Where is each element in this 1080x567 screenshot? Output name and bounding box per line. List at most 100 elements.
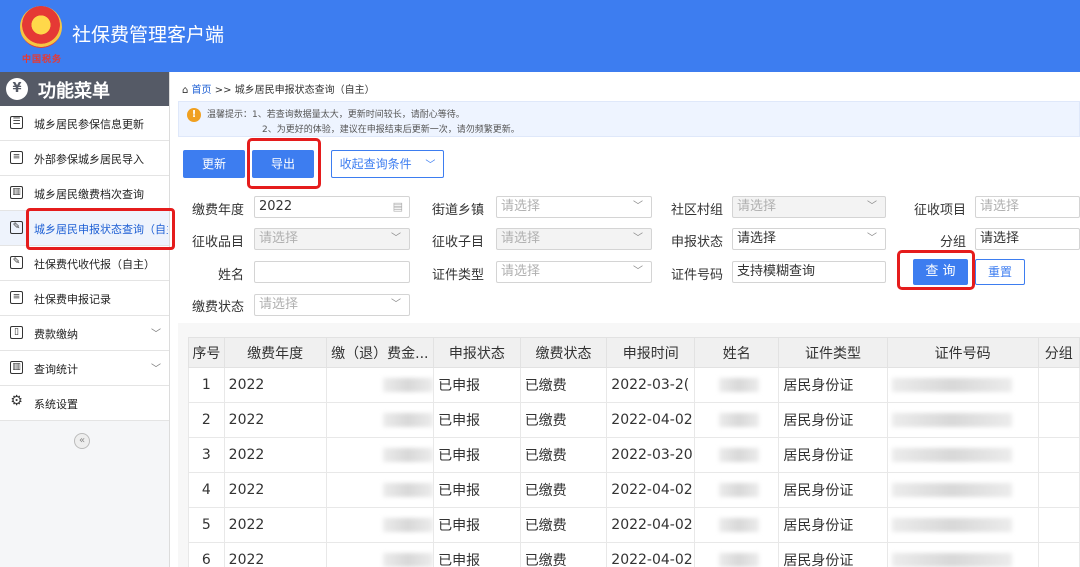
home-icon[interactable]: ⌂ [182,85,188,96]
menu-list: ☰ 城乡居民参保信息更新 ≡ 外部参保城乡居民导入 ▥ 城乡居民缴费档次查询 ✎ 城乡居民申报… [0,106,169,421]
cell-year: 2022 [223,367,327,403]
collapse-filters-button[interactable]: 收起查询条件 ﹀ [331,150,444,178]
sidebar-item[interactable]: ≡ 外部参保城乡居民导入 [0,141,169,176]
category-select[interactable]: 请选择 ﹀ [254,228,410,250]
column-header[interactable]: 缴（退）费金... [325,337,435,368]
tip-line-1: 温馨提示：1、若查询数据量太大，更新时间较长，请耐心等待。 [207,110,465,120]
breadcrumb-home[interactable]: 首页 [192,85,212,96]
cell-year: 2022 [223,507,327,543]
column-header[interactable]: 证件类型 [778,337,888,368]
cell-redacted [694,437,780,473]
name-label: 姓名 [217,268,244,283]
redacted-id-number [891,413,1012,427]
subitem-label: 征收子目 [432,235,485,250]
status-select[interactable]: 请选择 ﹀ [732,228,886,250]
table-row[interactable]: 3 2022 已申报 已缴费 2022-03-20 居民身份证 [188,437,1080,473]
cell-no: 2 [188,402,225,438]
cell-redacted [325,542,435,567]
sidebar-item[interactable]: ☰ 城乡居民参保信息更新 [0,106,169,141]
redacted-id-number [891,378,1012,392]
column-header[interactable]: 分组 [1037,337,1080,368]
sidebar-item[interactable]: ✎ 社保费代收代报（自主） [0,246,169,281]
sidebar-item[interactable]: ≡ 社保费申报记录 [0,281,169,316]
sidebar: ¥ 功能菜单 ☰ 城乡居民参保信息更新 ≡ 外部参保城乡居民导入 ▥ 城乡居民缴费档次查询… [0,72,170,567]
cell-year: 2022 [223,402,327,438]
idno-input[interactable]: 支持模糊查询 [732,261,886,283]
collapse-sidebar-button[interactable]: « [74,433,90,449]
sidebar-item[interactable]: ▥ 城乡居民缴费档次查询 [0,176,169,211]
cell-redacted [694,507,780,543]
sidebar-item[interactable]: ▯ 费款缴纳 ﹀ [0,316,169,351]
redacted-amount [383,448,433,462]
chevron-down-icon: ﹀ [151,329,161,340]
query-button[interactable]: 查 询 [913,259,968,285]
cell-time: 2022-04-02 [606,542,696,567]
sidebar-item-label: 费款缴纳 [34,328,78,341]
column-header[interactable]: 证件号码 [886,337,1039,368]
group-label: 分组 [939,235,966,250]
redacted-amount [383,518,433,532]
cell-redacted [694,402,780,438]
export-button[interactable]: 导出 [252,150,314,178]
cell-redacted [325,367,435,403]
app-header: 中国税务 社保费管理客户端 [0,0,1080,72]
table-row[interactable]: 5 2022 已申报 已缴费 2022-04-02 居民身份证 [188,507,1080,543]
column-header[interactable]: 缴费年度 [223,337,327,368]
sidebar-item[interactable]: ▥ 查询统计 ﹀ [0,351,169,386]
sidebar-item-label: 社保费申报记录 [34,293,111,306]
cell-redacted [694,367,780,403]
paystatus-select[interactable]: 请选择 ﹀ [254,294,410,316]
cell-redacted [325,437,435,473]
table-row[interactable]: 4 2022 已申报 已缴费 2022-04-02 居民身份证 [188,472,1080,508]
subitem-select[interactable]: 请选择 ﹀ [496,228,652,250]
column-header[interactable]: 序号 [188,337,225,368]
column-header[interactable]: 姓名 [694,337,780,368]
sidebar-item[interactable]: ⚙ 系统设置 [0,386,169,421]
table-row[interactable]: 6 2022 已申报 已缴费 2022-04-02 居民身份证 [188,542,1080,567]
column-header[interactable]: 申报时间 [606,337,696,368]
column-header[interactable]: 缴费状态 [519,337,608,368]
village-label: 社区村组 [671,203,724,218]
cell-group [1037,472,1080,508]
chevron-down-icon: ﹀ [151,364,161,375]
cell-idtype: 居民身份证 [778,507,888,543]
cell-redacted [886,542,1039,567]
refresh-button[interactable]: 更新 [183,150,245,178]
cell-decl: 已申报 [433,472,521,508]
cell-year: 2022 [223,542,327,567]
redacted-name [718,448,759,462]
cell-idtype: 居民身份证 [778,402,888,438]
sidebar-item[interactable]: ✎ 城乡居民申报状态查询（自主 [0,211,169,246]
cell-pay: 已缴费 [519,437,608,473]
column-header[interactable]: 申报状态 [433,337,521,368]
cell-pay: 已缴费 [519,542,608,567]
sidebar-item-label: 外部参保城乡居民导入 [34,153,144,166]
idtype-select[interactable]: 请选择 ﹀ [496,261,652,283]
idtype-label: 证件类型 [432,268,485,283]
group-select[interactable]: 请选择 [975,228,1080,250]
status-label: 申报状态 [671,235,724,250]
chevron-down-icon: ﹀ [867,233,877,244]
table-row[interactable]: 2 2022 已申报 已缴费 2022-04-02 居民身份证 [188,402,1080,438]
street-select[interactable]: 请选择 ﹀ [496,196,652,218]
results-table: 序号 缴费年度 缴（退）费金... 申报状态 缴费状态 申报时间 姓名 证件类型 证件号码 分组 … [188,337,1080,567]
cell-time: 2022-03-20 [606,437,696,473]
table-row[interactable]: 1 2022 已申报 已缴费 2022-03-2(居民身份证 [188,367,1080,403]
redacted-id-number [891,518,1012,532]
chevron-down-icon: ﹀ [391,299,401,310]
year-field[interactable]: 2022 ▤ [254,196,410,218]
edit-icon: ✎ [10,256,23,269]
reset-button[interactable]: 重置 [975,259,1025,285]
gear-icon: ⚙ [10,393,23,409]
village-select[interactable]: 请选择 ﹀ [732,196,886,218]
chevron-down-icon: ﹀ [391,233,401,244]
idno-label: 证件号码 [671,268,724,283]
name-input[interactable] [254,261,410,283]
redacted-amount [383,483,433,497]
cell-group [1037,402,1080,438]
cell-group [1037,437,1080,473]
cell-group [1037,507,1080,543]
info-icon: ! [187,108,201,122]
item-select[interactable]: 请选择 [975,196,1080,218]
redacted-id-number [891,553,1012,567]
